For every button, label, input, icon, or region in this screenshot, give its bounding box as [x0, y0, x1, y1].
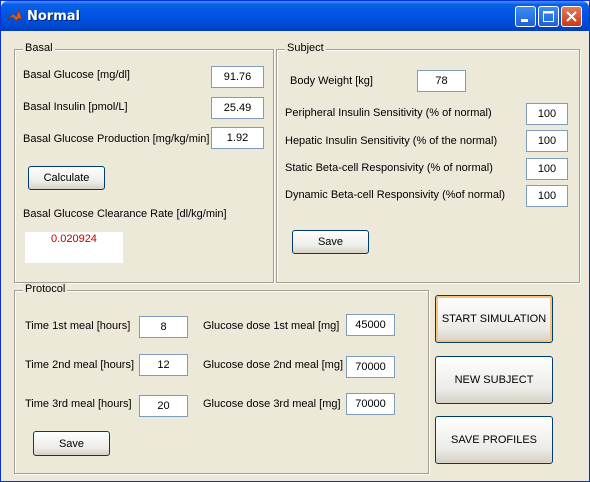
save-profiles-button[interactable]: SAVE PROFILES	[435, 416, 553, 464]
hepatic-sensitivity-label: Hepatic Insulin Sensitivity (% of the no…	[285, 135, 498, 147]
time-2nd-meal-field[interactable]	[139, 354, 188, 376]
application-window: Normal Basal Basal Glucose [mg/dl] Basal…	[0, 0, 590, 482]
window-title: Normal	[27, 9, 80, 24]
dynamic-responsivity-label: Dynamic Beta-cell Responsivity (%of norm…	[285, 189, 506, 201]
dose-1st-meal-field[interactable]	[346, 314, 395, 336]
basal-insulin-field[interactable]	[211, 97, 264, 119]
protocol-legend: Protocol	[23, 283, 68, 295]
dose-2nd-meal-field[interactable]	[346, 356, 395, 378]
time-3rd-meal-field[interactable]	[139, 395, 188, 417]
calculate-button[interactable]: Calculate	[28, 166, 105, 190]
clearance-value: 0.020924	[51, 233, 97, 245]
minimize-icon	[521, 19, 528, 22]
subject-save-button[interactable]: Save	[292, 230, 369, 254]
basal-glucose-production-field[interactable]	[211, 127, 264, 149]
dose-2nd-meal-label: Glucose dose 2nd meal [mg]	[203, 359, 344, 371]
subject-legend: Subject	[285, 42, 326, 54]
clearance-result: 0.020924	[25, 232, 123, 263]
body-weight-field[interactable]	[417, 70, 466, 92]
basal-insulin-label: Basal Insulin [pmol/L]	[23, 101, 128, 113]
title-bar[interactable]: Normal	[1, 1, 589, 31]
static-responsivity-label: Static Beta-cell Responsivity (% of norm…	[285, 162, 493, 174]
time-3rd-meal-label: Time 3rd meal [hours]	[25, 398, 132, 410]
start-simulation-button[interactable]: START SIMULATION	[435, 295, 553, 343]
matlab-icon	[7, 9, 23, 22]
time-1st-meal-field[interactable]	[139, 316, 188, 338]
maximize-button[interactable]	[538, 6, 559, 27]
dose-3rd-meal-label: Glucose dose 3rd meal [mg]	[203, 398, 341, 410]
basal-legend: Basal	[23, 42, 55, 54]
protocol-save-button[interactable]: Save	[33, 431, 110, 456]
maximize-icon	[543, 11, 554, 22]
static-responsivity-field[interactable]	[526, 158, 568, 180]
body-weight-label: Body Weight [kg]	[290, 75, 373, 87]
basal-clearance-label: Basal Glucose Clearance Rate [dl/kg/min]	[23, 208, 227, 220]
basal-glucose-production-label: Basal Glucose Production [mg/kg/min]	[23, 133, 210, 145]
new-subject-button[interactable]: NEW SUBJECT	[435, 356, 553, 404]
dynamic-responsivity-field[interactable]	[526, 185, 568, 207]
dose-1st-meal-label: Glucose dose 1st meal [mg]	[203, 320, 340, 332]
dose-3rd-meal-field[interactable]	[346, 393, 395, 415]
time-1st-meal-label: Time 1st meal [hours]	[25, 320, 131, 332]
peripheral-sensitivity-label: Peripheral Insulin Sensitivity (% of nor…	[285, 107, 492, 119]
minimize-button[interactable]	[515, 6, 536, 27]
peripheral-sensitivity-field[interactable]	[526, 103, 568, 125]
basal-glucose-field[interactable]	[211, 66, 264, 88]
hepatic-sensitivity-field[interactable]	[526, 130, 568, 152]
close-button[interactable]	[561, 6, 582, 27]
time-2nd-meal-label: Time 2nd meal [hours]	[25, 359, 135, 371]
close-icon	[566, 11, 577, 22]
basal-glucose-label: Basal Glucose [mg/dl]	[23, 69, 130, 81]
